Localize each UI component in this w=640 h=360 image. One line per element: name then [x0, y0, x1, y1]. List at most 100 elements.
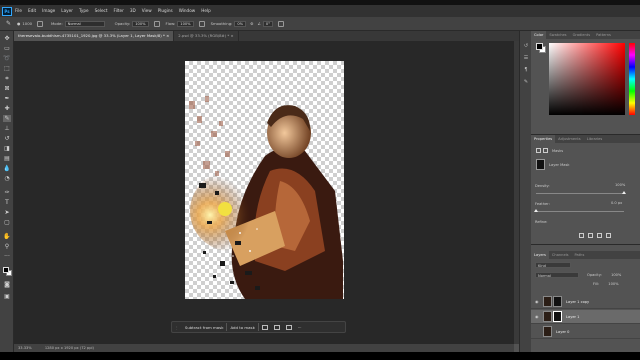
eraser-tool-icon[interactable]: ◨: [3, 145, 11, 152]
eyedropper-tool-icon[interactable]: ✒: [3, 95, 11, 102]
brush-tool-icon[interactable]: ✎: [3, 115, 11, 122]
type-tool-icon[interactable]: T: [3, 199, 11, 206]
layer-mask-thumbnail[interactable]: [553, 311, 562, 322]
tab-color[interactable]: Color: [531, 31, 547, 39]
menu-layer[interactable]: Layer: [58, 5, 76, 17]
pressure-opacity-icon[interactable]: [153, 20, 160, 27]
menu-help[interactable]: Help: [198, 5, 214, 17]
frame-tool-icon[interactable]: ⊠: [3, 85, 11, 92]
load-selection-icon[interactable]: [579, 233, 584, 238]
dodge-tool-icon[interactable]: ◔: [3, 175, 11, 182]
visibility-eye-icon[interactable]: ◉: [535, 330, 540, 334]
layer-mask-thumbnail[interactable]: [536, 159, 545, 170]
tab-2-psd[interactable]: 2.psd @ 33.3% (RGB/8#) * ×: [174, 31, 239, 41]
smoothing-options-gear-icon[interactable]: ⚙: [250, 21, 253, 26]
menu-type[interactable]: Type: [76, 5, 92, 17]
hand-tool-icon[interactable]: ✋: [3, 233, 11, 240]
more-options-button[interactable]: ···: [295, 325, 305, 330]
menu-select[interactable]: Select: [92, 5, 111, 17]
path-selection-tool-icon[interactable]: ➤: [3, 209, 11, 216]
tab-channels[interactable]: Channels: [549, 251, 572, 259]
feather-slider[interactable]: [534, 209, 624, 212]
feather-value[interactable]: 0.0 px: [607, 201, 626, 205]
tab-patterns[interactable]: Patterns: [593, 31, 614, 39]
rectangle-tool-icon[interactable]: ▢: [3, 219, 11, 226]
taskbar-drag-handle-icon[interactable]: ⋮: [172, 325, 182, 330]
menu-3d[interactable]: 3D: [127, 5, 139, 17]
menu-file[interactable]: File: [12, 5, 25, 17]
layer-name[interactable]: Layer 1 copy: [566, 300, 589, 304]
brush-size-value[interactable]: 1000: [22, 21, 32, 26]
pixel-mask-icon[interactable]: [536, 148, 541, 153]
density-slider[interactable]: [536, 191, 626, 194]
tab-buddhism-document[interactable]: theresevaio-buddhism-4735101_1920.jpg @ …: [14, 31, 175, 41]
document-info[interactable]: 1280 px x 1920 px (72 ppi): [45, 346, 94, 350]
brush-settings-icon[interactable]: [37, 20, 44, 27]
canvas-area[interactable]: [14, 41, 514, 344]
layer-name[interactable]: Layer 1: [566, 315, 579, 319]
tab-adjustments[interactable]: Adjustments: [555, 135, 584, 143]
menu-plugins[interactable]: Plugins: [155, 5, 176, 17]
healing-brush-tool-icon[interactable]: ✚: [3, 105, 11, 112]
disable-mask-icon[interactable]: [597, 233, 602, 238]
history-brush-tool-icon[interactable]: ↺: [3, 135, 11, 142]
brush-preset-icon[interactable]: ●: [17, 21, 20, 26]
add-to-mask-button[interactable]: Add to mask: [227, 325, 257, 330]
artboard-tool-icon[interactable]: ▭: [3, 45, 11, 52]
more-tools-icon[interactable]: ···: [3, 253, 11, 260]
angle-input[interactable]: 0°: [262, 20, 273, 27]
hue-slider[interactable]: [629, 43, 635, 115]
delete-mask-icon[interactable]: [606, 233, 611, 238]
foreground-color-swatch[interactable]: [3, 267, 9, 273]
layer-opacity-value[interactable]: 100%: [607, 273, 625, 277]
layer-thumbnail[interactable]: [543, 296, 552, 307]
opacity-input[interactable]: 100%: [132, 20, 149, 27]
menu-edit[interactable]: Edit: [25, 5, 39, 17]
document-canvas[interactable]: [185, 61, 344, 299]
gradient-tool-icon[interactable]: ▤: [3, 155, 11, 162]
airbrush-icon[interactable]: [198, 20, 205, 27]
refine-mask-icon[interactable]: [273, 324, 280, 330]
subtract-from-mask-button[interactable]: Subtract from mask: [182, 325, 227, 330]
tab-libraries[interactable]: Libraries: [584, 135, 606, 143]
move-tool-icon[interactable]: ✥: [3, 35, 11, 42]
tab-properties[interactable]: Properties: [531, 135, 556, 143]
tab-swatches[interactable]: Swatches: [546, 31, 569, 39]
pressure-size-icon[interactable]: [278, 20, 284, 27]
menu-filter[interactable]: Filter: [110, 5, 126, 17]
tab-paths[interactable]: Paths: [572, 251, 588, 259]
menu-view[interactable]: View: [139, 5, 155, 17]
smoothing-input[interactable]: 0%: [234, 20, 247, 27]
visibility-eye-icon[interactable]: ◉: [535, 299, 540, 304]
fill-mask-icon[interactable]: [285, 324, 292, 330]
zoom-level[interactable]: 33.33%: [18, 346, 32, 350]
clone-stamp-tool-icon[interactable]: ⊥: [3, 125, 11, 132]
blur-tool-icon[interactable]: 💧: [3, 165, 11, 172]
screen-mode-icon[interactable]: ▣: [3, 293, 11, 300]
layer-row[interactable]: ◉ Layer 0: [531, 325, 640, 339]
crop-tool-icon[interactable]: ⌗: [3, 75, 11, 82]
flow-input[interactable]: 100%: [177, 20, 194, 27]
brush-tool-icon[interactable]: ✎: [6, 20, 11, 27]
layer-fill-value[interactable]: 100%: [604, 282, 622, 286]
lasso-tool-icon[interactable]: ➰: [3, 55, 11, 62]
feather-slider-knob[interactable]: [534, 209, 538, 212]
libraries-panel-icon[interactable]: ☰: [523, 55, 529, 61]
menu-window[interactable]: Window: [176, 5, 199, 17]
brush-settings-panel-icon[interactable]: ✎: [523, 79, 529, 85]
layer-thumbnail[interactable]: [543, 311, 552, 322]
object-selection-tool-icon[interactable]: ⬚: [3, 65, 11, 72]
density-value[interactable]: 100%: [611, 183, 629, 187]
blend-mode-select[interactable]: Normal: [535, 272, 579, 278]
mode-select[interactable]: Normal: [64, 20, 105, 27]
panel-foreground-swatch[interactable]: [536, 43, 543, 50]
history-panel-icon[interactable]: ↺: [523, 43, 529, 49]
paragraph-panel-icon[interactable]: ¶: [523, 67, 529, 73]
layer-thumbnail[interactable]: [543, 326, 552, 337]
layer-mask-thumbnail[interactable]: [553, 296, 562, 307]
layer-filter-select[interactable]: Kind: [535, 262, 571, 268]
layer-name[interactable]: Layer 0: [556, 330, 569, 334]
zoom-tool-icon[interactable]: ⚲: [3, 243, 11, 250]
visibility-eye-icon[interactable]: ◉: [535, 314, 540, 319]
tab-layers[interactable]: Layers: [531, 251, 549, 259]
